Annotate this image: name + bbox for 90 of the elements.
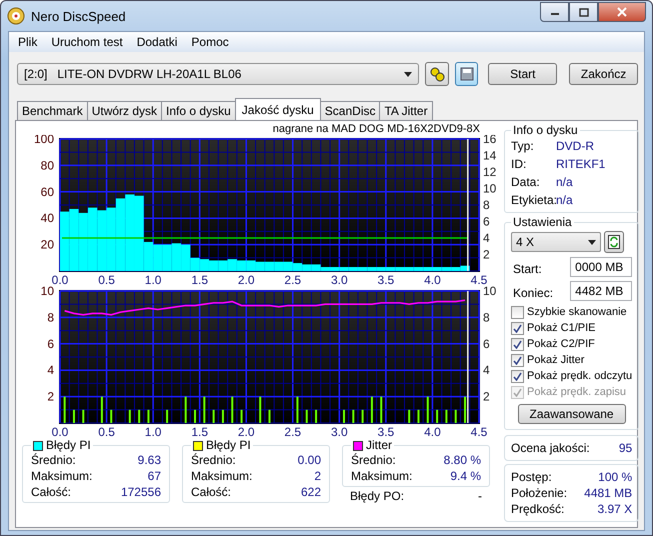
axis-tick-label: 4.0 [424,425,441,439]
axis-tick-label: 4 [47,363,54,378]
stat-label: Średnio: [191,453,236,467]
axis-tick-label: 0.5 [98,273,115,286]
axis-tick-label: 10 [483,182,496,196]
info-value: n/a [556,193,573,207]
axis-tick-label: 2.0 [238,273,255,286]
stat-label: Maksimum: [191,469,252,483]
info-value: n/a [556,175,573,189]
axis-tick-label: 2.5 [284,273,302,286]
checkbox-label: Pokaż Jitter [527,354,584,366]
axis-tick-label: 0.5 [98,425,115,439]
axis-tick-label: 2 [483,248,490,262]
axis-tick-label: 6 [47,336,54,351]
stat-value: 2 [314,469,321,483]
axis-tick-label: 60 [40,184,54,199]
axis-tick-label: 3.5 [378,425,394,439]
checkbox-label: Pokaż C1/PIE [527,322,596,334]
field-label: Start: [513,262,542,276]
axis-tick-label: 3.0 [331,273,348,286]
progress-value: 3.97 X [597,502,632,516]
axis-tick-label: 40 [40,211,54,226]
axis-tick-label: 1.0 [144,425,162,439]
axis-tick-label: 0.0 [52,273,68,286]
stat-value: - [478,489,482,503]
axis-tick-label: 4.0 [424,273,441,286]
axis-tick-label: 1.5 [191,425,208,439]
info-value: DVD-R [556,139,594,153]
stat-label: Błędy PO: [350,489,404,503]
info-label: Etykieta: [511,193,556,207]
stat-value: 67 [148,469,161,483]
group-title: Info o dysku [513,124,578,137]
axis-tick-label: 14 [483,148,496,162]
checkbox-label: Pokaż prędk. zapisu [527,386,626,398]
info-value: RITEKF1 [556,157,606,171]
progress-label: Położenie: [511,486,568,500]
info-label: ID: [511,157,528,171]
axis-tick-label: 2.0 [238,425,255,439]
stat-value: 8.80 % [444,453,481,467]
stat-value: 622 [300,485,321,499]
axis-tick-label: 2 [47,390,54,404]
progress-value: 100 % [598,470,632,484]
checkbox-label: Szybkie skanowanie [527,306,627,318]
group-title: Błędy PI [206,439,251,452]
group-title: Jitter [366,439,392,452]
axis-tick-label: 0.0 [52,425,68,439]
info-label: Data: [511,175,541,189]
progress-label: Prędkość: [511,502,564,516]
stat-label: Średnio: [31,453,76,467]
stat-value: 172556 [120,485,161,499]
window-title: Nero DiscSpeed [31,8,127,24]
field-label: Koniec: [513,286,554,300]
axis-tick-label: 4 [483,363,490,378]
checkbox-label: Pokaż prędk. odczytu [527,370,632,382]
axis-tick-label: 8 [483,310,490,324]
axis-tick-label: 2.5 [284,425,302,439]
axis-tick-label: 80 [40,158,54,172]
axis-tick-label: 8 [483,198,490,212]
info-label: Typ: [511,139,535,153]
stat-label: Średnio: [351,453,396,467]
axis-tick-label: 3.0 [331,425,348,439]
axis-tick-label: 10 [40,286,54,298]
axis-tick-label: 6 [483,214,490,228]
axis-tick-label: 8 [47,310,54,324]
quality-label: Ocena jakości: [511,441,590,455]
axis-tick-label: 6 [483,336,490,351]
stat-value: 9.63 [138,453,161,467]
stat-label: Maksimum: [31,469,92,483]
axis-tick-label: 4.5 [470,273,488,286]
axis-tick-label: 4 [483,231,490,245]
axis-tick-label: 12 [483,165,496,179]
axis-tick-label: 2 [483,390,490,404]
checkbox-label: Pokaż C2/PIF [527,338,595,350]
chart-title: nagrane na MAD DOG MD-16X2DVD9-8X [272,123,480,135]
stat-label: Całość: [31,485,72,499]
axis-tick-label: 4.5 [470,425,488,439]
axis-tick-label: 1.0 [144,273,162,286]
axis-tick-label: 1.5 [191,273,208,286]
group-title: Ustawienia [513,216,572,229]
stat-value: 0.00 [298,453,321,467]
axis-tick-label: 20 [40,238,54,252]
axis-tick-label: 3.5 [378,273,394,286]
stat-value: 9.4 % [450,469,481,483]
progress-label: Postęp: [511,470,552,484]
group-title: Błędy PI [46,439,91,452]
quality-value: 95 [618,441,632,455]
stat-label: Całość: [191,485,232,499]
stat-label: Maksimum: [351,469,412,483]
progress-value: 4481 MB [584,486,632,500]
axis-tick-label: 10 [483,286,496,298]
